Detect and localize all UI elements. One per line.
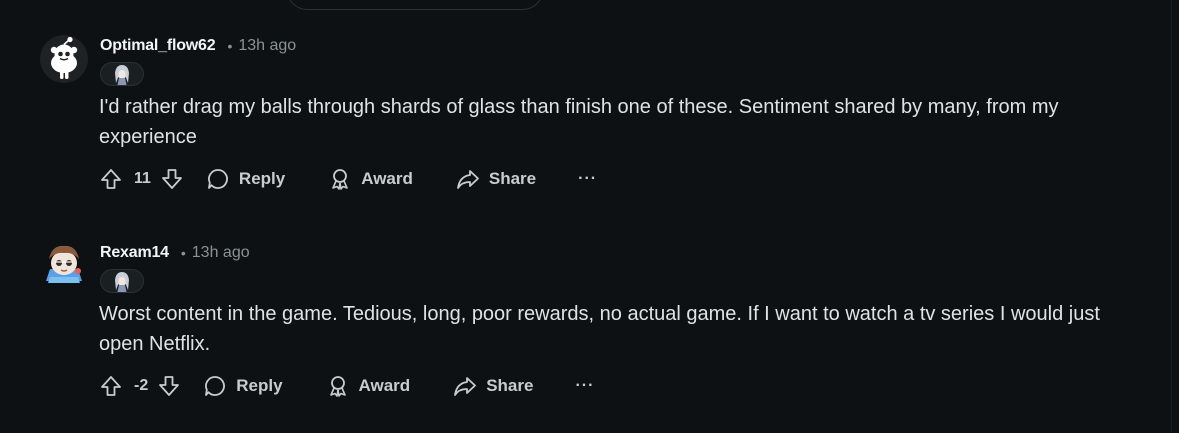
comment-body: I'd rather drag my balls through shards … <box>99 96 1059 148</box>
award-icon <box>329 376 346 397</box>
reply-label: Reply <box>236 376 283 395</box>
award-button[interactable]: Award <box>326 371 411 401</box>
comment-thread: Optimal_flow62 • 13h ago I'd rather drag… <box>0 0 1179 433</box>
more-options-button[interactable]: ··· <box>575 371 594 401</box>
share-button[interactable]: Share <box>456 164 536 194</box>
vote-group: 11 <box>98 164 185 194</box>
reply-label: Reply <box>238 169 286 188</box>
divider <box>1171 0 1172 433</box>
downvote-icon[interactable] <box>159 166 185 192</box>
reply-button[interactable]: Reply <box>206 164 285 194</box>
award-button[interactable]: Award <box>328 164 413 194</box>
downvote-icon[interactable] <box>156 373 182 399</box>
snoo-avatar-icon[interactable] <box>40 35 88 83</box>
share-icon <box>456 170 479 189</box>
comment-header: Rexam14 • 13h ago <box>100 241 250 265</box>
vote-count: -2 <box>134 377 149 394</box>
award-icon <box>332 169 349 190</box>
award-label: Award <box>358 376 411 395</box>
reply-button[interactable]: Reply <box>203 371 283 401</box>
comment: Optimal_flow62 • 13h ago I'd rather drag… <box>0 34 1170 240</box>
separator-dot: • <box>227 38 233 54</box>
custom-avatar-icon[interactable] <box>40 241 88 289</box>
reply-icon <box>208 169 228 189</box>
share-button[interactable]: Share <box>453 371 533 401</box>
character-flair-icon <box>100 269 144 293</box>
comment-actions: -2 Reply Award Share ··· <box>98 371 594 401</box>
upvote-icon[interactable] <box>98 166 124 192</box>
comment-actions: 11 Reply Award Share ··· <box>98 164 597 194</box>
share-label: Share <box>486 376 534 395</box>
share-label: Share <box>488 169 537 188</box>
username-link[interactable]: Rexam14 <box>100 244 169 262</box>
comment-header: Optimal_flow62 • 13h ago <box>100 34 296 58</box>
upvote-icon[interactable] <box>98 373 124 399</box>
username-link[interactable]: Optimal_flow62 <box>100 37 216 55</box>
character-flair-icon <box>100 62 144 86</box>
separator-dot: • <box>180 245 186 261</box>
comment: Rexam14 • 13h ago Worst content in the g… <box>0 241 1170 433</box>
comment-body: Worst content in the game. Tedious, long… <box>99 303 1100 355</box>
reply-icon <box>205 376 226 396</box>
vote-group: -2 <box>98 371 182 401</box>
share-icon <box>454 377 477 396</box>
timestamp[interactable]: 13h ago <box>238 37 296 55</box>
collapsed-input-edge[interactable] <box>287 0 543 10</box>
more-options-button[interactable]: ··· <box>578 164 597 194</box>
vote-count: 11 <box>134 170 151 187</box>
award-label: Award <box>361 169 413 188</box>
timestamp[interactable]: 13h ago <box>192 244 250 262</box>
